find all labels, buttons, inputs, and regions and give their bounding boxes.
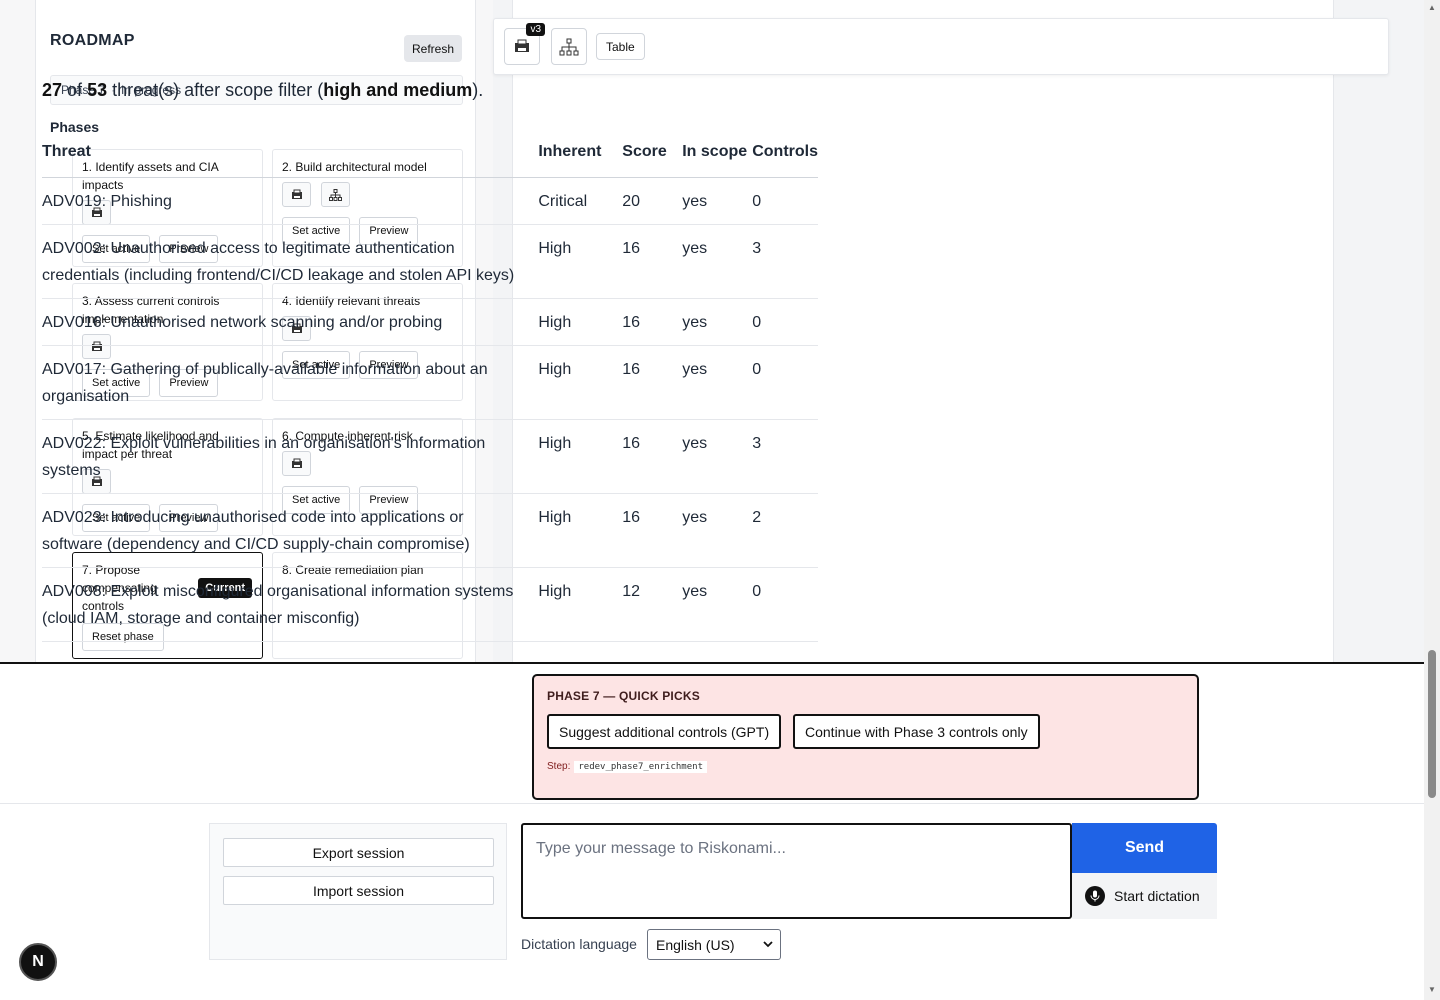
cell-threat: ADV022: Exploit vulnerabilities in an or…	[42, 419, 539, 494]
scope-value: high and medium	[323, 80, 473, 100]
session-panel: Export session Import session	[209, 823, 507, 960]
export-session-button[interactable]: Export session	[223, 838, 494, 867]
header-in-scope: In scope	[682, 138, 753, 178]
cell-score: 16	[622, 345, 683, 420]
cell-score: 12	[622, 567, 683, 642]
cell-inherent: High	[538, 419, 623, 494]
dictation-label: Start dictation	[1114, 888, 1200, 904]
table-row: ADV017: Gathering of publically-availabl…	[42, 345, 818, 420]
table-view-button[interactable]: Table	[596, 33, 645, 60]
cell-score: 16	[622, 419, 683, 494]
cell-in-scope: yes	[682, 177, 753, 225]
scroll-up-icon[interactable]: ▲	[1428, 3, 1436, 12]
cell-in-scope: yes	[682, 224, 753, 299]
cell-score: 16	[622, 493, 683, 568]
cell-inherent: High	[538, 567, 623, 642]
diagram-view-button[interactable]	[551, 28, 587, 65]
threats-table: Threat Inherent Score In scope Controls …	[42, 138, 818, 642]
scrollbar-thumb[interactable]	[1428, 650, 1436, 798]
document-toolbar: v3 Table	[493, 18, 1389, 75]
suggest-controls-button[interactable]: Suggest additional controls (GPT)	[547, 714, 782, 749]
chevron-down-icon	[763, 941, 773, 948]
document-icon	[515, 39, 529, 52]
table-row: ADV002: Unauthorised access to legitimat…	[42, 224, 818, 299]
summary-end: ).	[472, 80, 484, 100]
table-row: ADV008: Exploit misconfigured organisati…	[42, 567, 818, 642]
filtered-count: 27	[42, 80, 63, 100]
header-score: Score	[622, 138, 683, 178]
import-session-button[interactable]: Import session	[223, 876, 494, 905]
header-threat: Threat	[42, 138, 539, 178]
cell-threat: ADV002: Unauthorised access to legitimat…	[42, 224, 539, 299]
table-header-row: Threat Inherent Score In scope Controls	[42, 138, 818, 178]
send-button[interactable]: Send	[1072, 823, 1217, 873]
cell-controls: 0	[752, 345, 818, 420]
header-controls: Controls	[752, 138, 818, 178]
next-logo-badge[interactable]: N	[19, 943, 57, 981]
panel-divider	[0, 662, 1424, 664]
cell-controls: 3	[752, 224, 818, 299]
summary-text: threat(s) after scope filter (	[112, 80, 324, 100]
cell-score: 16	[622, 298, 683, 346]
cell-inherent: High	[538, 298, 623, 346]
cell-controls: 0	[752, 177, 818, 225]
cell-inherent: High	[538, 493, 623, 568]
cell-threat: ADV023: Introducing unauthorised code in…	[42, 493, 539, 568]
roadmap-title: ROADMAP	[50, 32, 135, 49]
table-row: ADV019: Phishing Critical 20 yes 0	[42, 177, 818, 225]
workspace: ROADMAP Refresh Phase 7 · In progress Phas…	[0, 0, 1424, 663]
dictation-language-select[interactable]: English (US)	[647, 929, 781, 960]
cell-controls: 2	[752, 493, 818, 568]
hierarchy-icon	[559, 38, 579, 55]
dictation-language-label: Dictation language	[521, 936, 637, 952]
cell-controls: 3	[752, 419, 818, 494]
message-input[interactable]: Type your message to Riskonami...	[521, 823, 1072, 919]
summary-of: of	[67, 80, 83, 100]
cell-inherent: Critical	[538, 177, 623, 225]
cell-score: 16	[622, 224, 683, 299]
scroll-down-icon[interactable]: ▼	[1428, 985, 1436, 994]
cell-threat: ADV019: Phishing	[42, 177, 539, 225]
microphone-icon	[1085, 886, 1105, 906]
phases-heading: Phases	[50, 119, 100, 135]
cell-in-scope: yes	[682, 419, 753, 494]
document-view-button[interactable]: v3	[504, 23, 545, 65]
cell-threat: ADV017: Gathering of publically-availabl…	[42, 345, 539, 420]
cell-threat: ADV008: Exploit misconfigured organisati…	[42, 567, 539, 642]
cell-in-scope: yes	[682, 567, 753, 642]
step-indicator: Step: redev_phase7_enrichment	[547, 761, 707, 773]
scope-summary: 27 of 53 threat(s) after scope filter (h…	[42, 80, 483, 101]
cell-inherent: High	[538, 345, 623, 420]
table-row: ADV023: Introducing unauthorised code in…	[42, 493, 818, 568]
cell-inherent: High	[538, 224, 623, 299]
cell-in-scope: yes	[682, 298, 753, 346]
cell-score: 20	[622, 177, 683, 225]
cell-controls: 0	[752, 298, 818, 346]
cell-in-scope: yes	[682, 493, 753, 568]
composer-divider	[0, 803, 1424, 804]
quick-picks-panel: PHASE 7 — QUICK PICKS Suggest additional…	[532, 674, 1199, 800]
header-inherent: Inherent	[538, 138, 623, 178]
table-row: ADV022: Exploit vulnerabilities in an or…	[42, 419, 818, 494]
cell-controls: 0	[752, 567, 818, 642]
quick-picks-title: PHASE 7 — QUICK PICKS	[547, 689, 700, 703]
selected-language: English (US)	[656, 936, 735, 953]
page-scrollbar[interactable]: ▲ ▼	[1424, 0, 1440, 1000]
cell-in-scope: yes	[682, 345, 753, 420]
table-row: ADV016: Unauthorised network scanning an…	[42, 298, 818, 346]
total-count: 53	[87, 80, 108, 100]
continue-phase3-button[interactable]: Continue with Phase 3 controls only	[793, 714, 1040, 749]
step-label: Step:	[547, 761, 571, 772]
step-code: redev_phase7_enrichment	[574, 761, 707, 773]
version-badge: v3	[526, 23, 545, 36]
cell-threat: ADV016: Unauthorised network scanning an…	[42, 298, 539, 346]
page: ROADMAP Refresh Phase 7 · In progress Phas…	[0, 0, 1440, 1000]
start-dictation-button[interactable]: Start dictation	[1072, 873, 1217, 919]
refresh-button[interactable]: Refresh	[404, 35, 462, 62]
